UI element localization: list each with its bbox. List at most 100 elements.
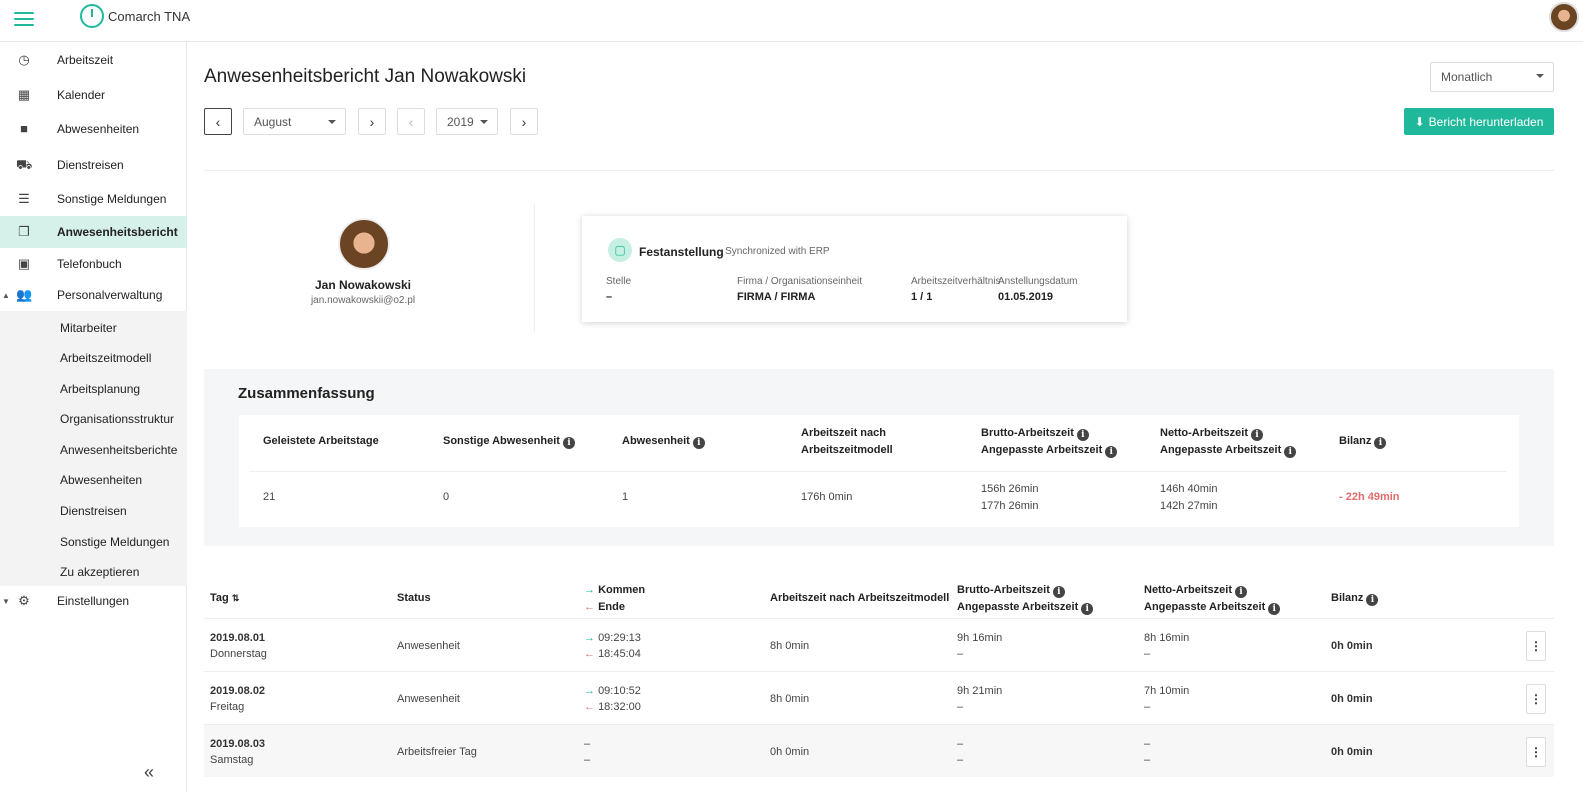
summary-value-other-absence: 0: [443, 491, 450, 503]
user-avatar[interactable]: [1549, 2, 1579, 32]
field-label: Stelle: [606, 276, 632, 287]
chevron-down-icon: [328, 120, 336, 124]
report-icon: ❐: [18, 224, 30, 239]
time-out: 18:32:00: [598, 701, 641, 713]
summary-header-model-time: Arbeitszeit nach Arbeitszeitmodell: [801, 425, 893, 459]
profile-avatar: [338, 218, 390, 270]
net-cell: 8h 16min –: [1144, 630, 1189, 662]
header-label: Sonstige Abwesenheit: [443, 435, 560, 447]
summary-value-model-time: 176h 0min: [801, 491, 853, 503]
submenu-item-arbeitszeitmodell[interactable]: Arbeitszeitmodell: [60, 351, 151, 365]
info-icon[interactable]: i: [1105, 446, 1118, 458]
header-label: Kommen: [598, 584, 646, 596]
download-report-button[interactable]: ⬇ Bericht herunterladen: [1404, 108, 1554, 135]
info-icon[interactable]: i: [1374, 437, 1387, 449]
submenu-item-organisationsstruktur[interactable]: Organisationsstruktur: [60, 412, 174, 426]
net-cell: 7h 10min –: [1144, 683, 1189, 715]
summary-card: Geleistete Arbeitstage Sonstige Abwesenh…: [239, 415, 1519, 527]
field-value: FIRMA / FIRMA: [737, 291, 816, 303]
date: 2019.08.02: [210, 685, 266, 697]
weekday: Freitag: [210, 701, 245, 713]
hamburger-menu-icon[interactable]: [14, 8, 34, 28]
info-icon[interactable]: i: [562, 437, 575, 449]
balance-cell: 0h 0min: [1331, 640, 1373, 652]
sidebar-item-einstellungen[interactable]: ▼ ⚙ Einstellungen: [0, 585, 187, 617]
header-label: Angepasste Arbeitszeit: [1144, 601, 1266, 613]
submenu-item-dienstreisen[interactable]: Dienstreisen: [60, 504, 127, 518]
chevron-down-icon: [1536, 74, 1544, 78]
gear-icon: ⚙: [18, 593, 30, 608]
sidebar-item-arbeitszeit[interactable]: ◷ Arbeitszeit: [0, 44, 187, 76]
info-icon[interactable]: i: [692, 437, 705, 449]
sidebar-item-personalverwaltung[interactable]: ▲ 👥 Personalverwaltung: [0, 279, 187, 311]
model-cell: 0h 0min: [770, 746, 810, 758]
info-icon[interactable]: i: [1251, 429, 1264, 441]
sort-icon[interactable]: ⇅: [232, 593, 240, 603]
field-label: Arbeitszeitverhältnis: [911, 276, 1001, 287]
prev-year-button[interactable]: ‹: [397, 108, 425, 135]
summary-title: Zusammenfassung: [238, 385, 375, 402]
header-label: Arbeitszeitmodell: [801, 444, 893, 456]
submenu-item-zu-akzeptieren[interactable]: Zu akzeptieren: [60, 565, 139, 579]
info-icon[interactable]: i: [1268, 603, 1281, 615]
download-icon: ⬇: [1414, 114, 1425, 129]
clock-icon: ◷: [18, 52, 30, 67]
sidebar-item-abwesenheiten[interactable]: ■ Abwesenheiten: [0, 113, 187, 145]
gross-adjusted-value: –: [957, 701, 964, 713]
month-select[interactable]: August: [243, 108, 346, 135]
caret-down-icon: ▼: [2, 596, 10, 606]
header-label: Tag: [210, 592, 229, 604]
sidebar-item-dienstreisen[interactable]: ⛟ Dienstreisen: [0, 149, 187, 181]
profile-email: jan.nowakowskii@o2.pl: [310, 295, 416, 306]
status-cell: Arbeitsfreier Tag: [397, 746, 477, 758]
sidebar-item-telefonbuch[interactable]: ▣ Telefonbuch: [0, 248, 187, 280]
app-logo[interactable]: Comarch TNA: [80, 4, 190, 28]
submenu-item-anwesenheitsberichte[interactable]: Anwesenheitsberichte: [60, 443, 177, 457]
status-cell: Anwesenheit: [397, 640, 460, 652]
chevron-left-icon: ‹: [215, 113, 221, 130]
submenu-item-arbeitsplanung[interactable]: Arbeitsplanung: [60, 382, 140, 396]
column-header-balance: Bilanz i: [1331, 590, 1379, 607]
info-icon[interactable]: i: [1081, 603, 1094, 615]
submenu-item-mitarbeiter[interactable]: Mitarbeiter: [60, 321, 117, 335]
submenu-item-sonstige-meldungen[interactable]: Sonstige Meldungen: [60, 535, 169, 549]
list-icon: ☰: [18, 191, 30, 206]
sidebar-item-anwesenheitsbericht[interactable]: ❐ Anwesenheitsbericht: [0, 216, 187, 248]
column-header-day[interactable]: Tag ⇅: [210, 590, 239, 607]
chevron-right-icon: ›: [369, 113, 375, 130]
balance-cell: 0h 0min: [1331, 693, 1373, 705]
info-icon[interactable]: i: [1076, 429, 1089, 441]
info-icon[interactable]: i: [1366, 594, 1379, 606]
net-adjusted-value: 142h 27min: [1160, 500, 1218, 512]
header-label: Netto-Arbeitszeit: [1144, 584, 1233, 596]
chevron-right-icon: ›: [521, 113, 527, 130]
info-icon[interactable]: i: [1284, 446, 1297, 458]
date: 2019.08.01: [210, 632, 266, 644]
sidebar: ◷ Arbeitszeit ▦ Kalender ■ Abwesenheiten…: [0, 42, 187, 792]
year-select[interactable]: 2019: [436, 108, 498, 135]
info-icon[interactable]: i: [1235, 586, 1248, 598]
summary-header-days: Geleistete Arbeitstage: [263, 435, 379, 447]
header-label: Netto-Arbeitszeit: [1160, 427, 1249, 439]
submenu-item-abwesenheiten[interactable]: Abwesenheiten: [60, 473, 142, 487]
sidebar-item-kalender[interactable]: ▦ Kalender: [0, 79, 187, 111]
info-icon[interactable]: i: [1052, 586, 1065, 598]
status-cell: Anwesenheit: [397, 693, 460, 705]
next-year-button[interactable]: ›: [510, 108, 538, 135]
sidebar-item-sonstige-meldungen[interactable]: ☰ Sonstige Meldungen: [0, 183, 187, 215]
prev-month-button[interactable]: ‹: [204, 108, 232, 135]
in-out-cell: → 09:29:13 ← 18:45:04: [584, 630, 641, 662]
header-label: Angepasste Arbeitszeit: [1160, 444, 1282, 456]
gross-value: 9h 16min: [957, 632, 1003, 644]
row-menu-icon[interactable]: ⋮: [1526, 737, 1546, 767]
next-month-button[interactable]: ›: [358, 108, 386, 135]
row-menu-icon[interactable]: ⋮: [1526, 631, 1546, 661]
net-value: –: [1144, 738, 1151, 750]
collapse-sidebar-button[interactable]: «: [144, 762, 154, 783]
table-row: 2019.08.02 Freitag Anwesenheit → 09:10:52…: [204, 671, 1554, 724]
summary-value-net: 146h 40min 142h 27min: [1160, 481, 1218, 515]
row-menu-icon[interactable]: ⋮: [1526, 684, 1546, 714]
period-select-value: Monatlich: [1441, 70, 1493, 84]
period-select[interactable]: Monatlich: [1430, 62, 1554, 92]
date: 2019.08.03: [210, 738, 266, 750]
